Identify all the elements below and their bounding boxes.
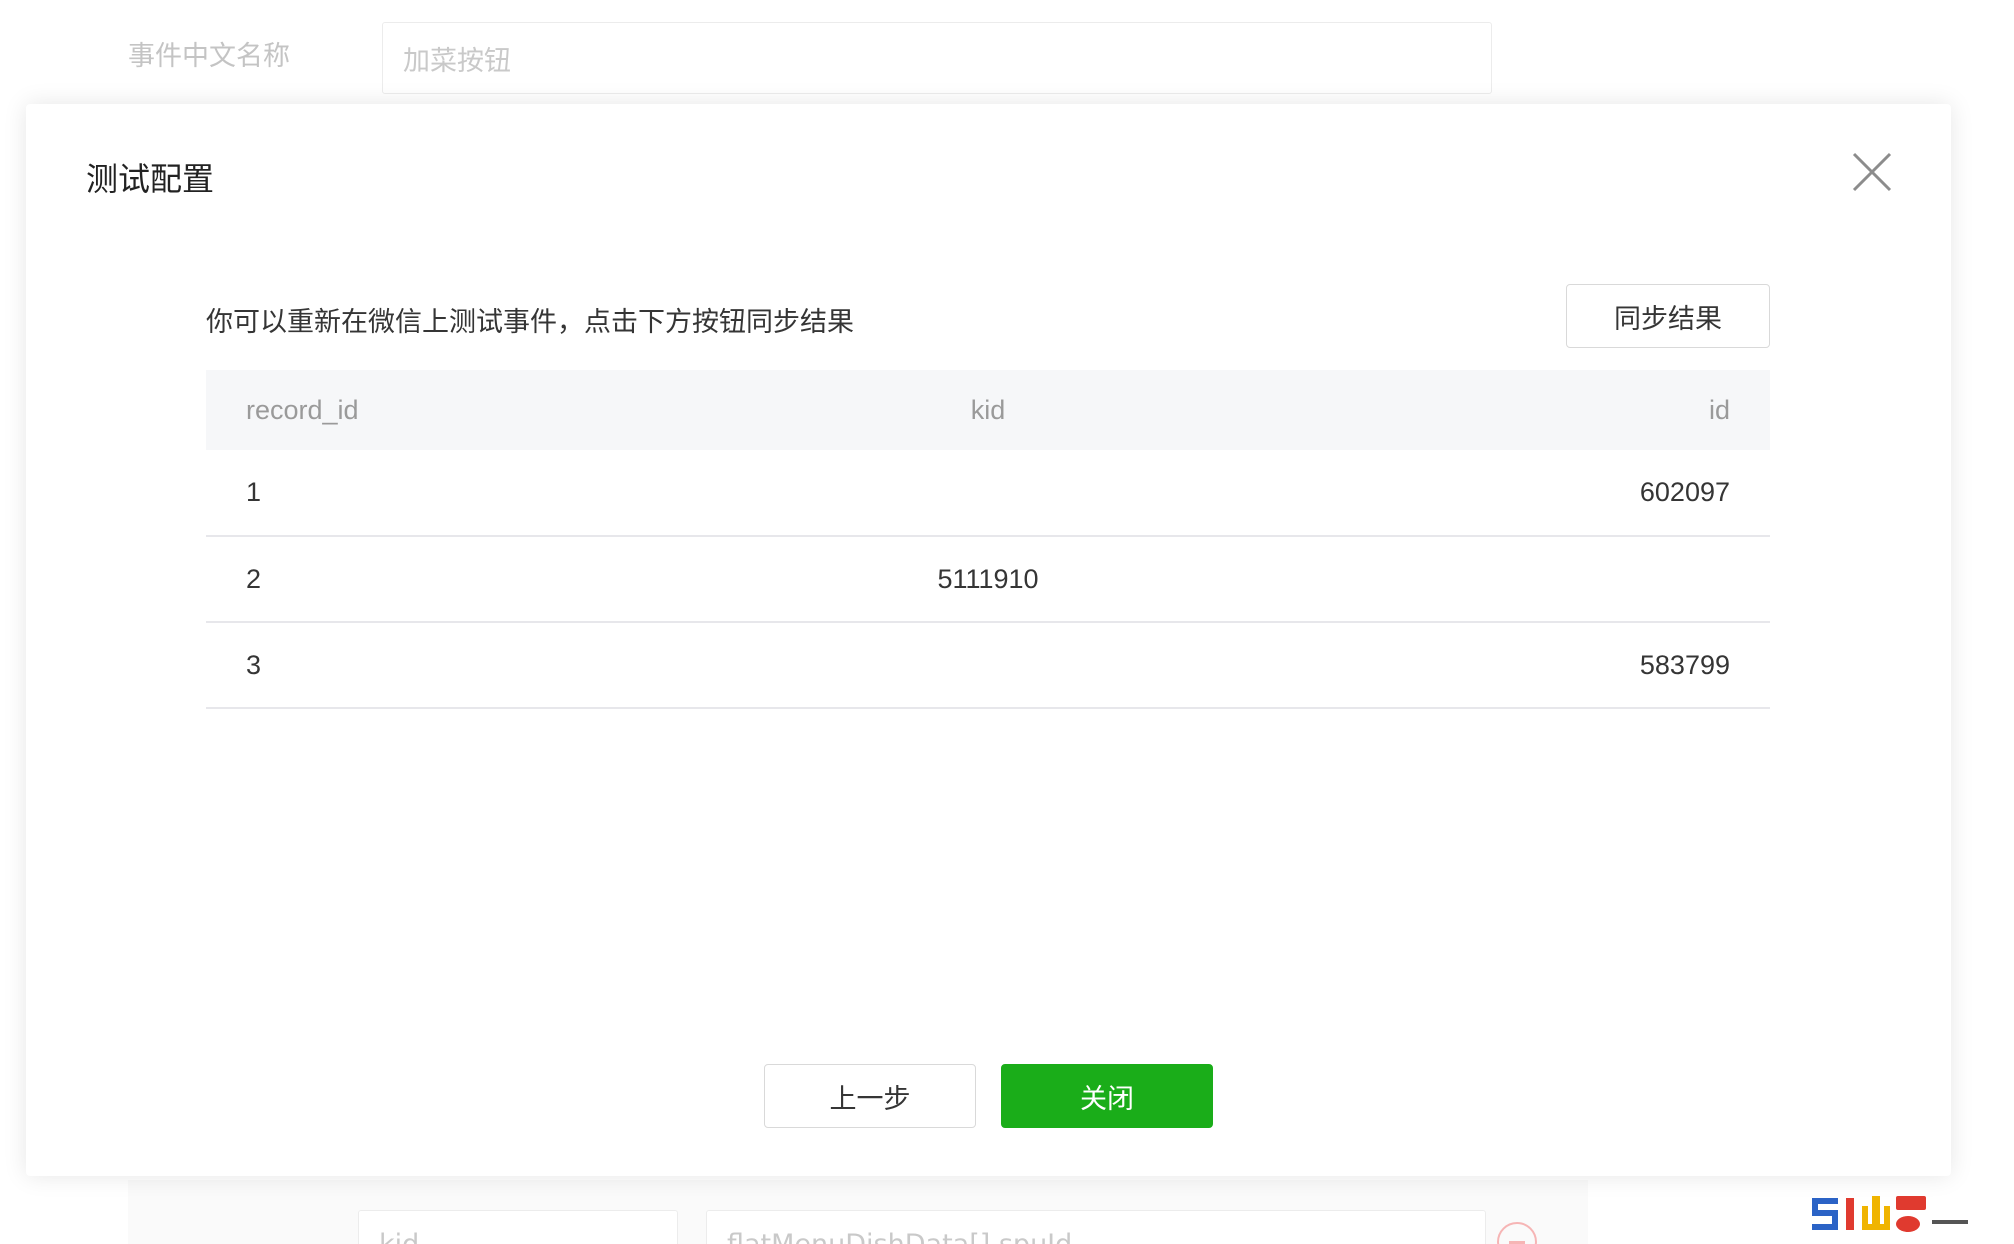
param-key-value: kid: [379, 1229, 419, 1244]
table-header-row: record_id kid id: [206, 370, 1770, 450]
site-watermark-logo: [1812, 1192, 2012, 1236]
cell-kid: 5111910: [937, 563, 1039, 594]
cell-record-id: 3: [246, 649, 262, 680]
dialog-title: 测试配置: [86, 160, 215, 198]
event-name-value: 加菜按钮: [403, 45, 511, 77]
param-key-input[interactable]: kid: [358, 1210, 678, 1244]
results-table: record_id kid id 1 602097 2 5111910 3 58…: [206, 370, 1770, 709]
header-kid: kid: [970, 394, 1006, 425]
close-button[interactable]: 关闭: [1001, 1064, 1213, 1128]
event-name-input[interactable]: 加菜按钮: [382, 22, 1492, 94]
table-row: 1 602097: [206, 450, 1770, 536]
cell-record-id: 2: [246, 563, 262, 594]
param-path-value: flatMenuDishData[].spuId: [727, 1229, 1072, 1244]
param-path-input[interactable]: flatMenuDishData[].spuId: [706, 1210, 1486, 1244]
cell-id: 583799: [1639, 649, 1730, 680]
table-row: 3 583799: [206, 622, 1770, 708]
cell-id: 602097: [1639, 477, 1730, 507]
close-icon[interactable]: [1848, 148, 1896, 196]
sync-results-button[interactable]: 同步结果: [1566, 284, 1770, 348]
cell-id: [1144, 536, 1770, 622]
test-config-dialog: 测试配置 你可以重新在微信上测试事件，点击下方按钮同步结果 同步结果 recor…: [26, 104, 1951, 1176]
cell-kid: [832, 450, 1145, 536]
header-record-id: record_id: [246, 394, 359, 425]
cell-kid: [832, 622, 1145, 708]
header-id: id: [1708, 394, 1730, 425]
intro-text: 你可以重新在微信上测试事件，点击下方按钮同步结果: [206, 307, 854, 338]
event-name-label: 事件中文名称: [128, 41, 290, 72]
cell-record-id: 1: [246, 477, 262, 507]
table-row: 2 5111910: [206, 536, 1770, 622]
previous-step-button[interactable]: 上一步: [764, 1064, 976, 1128]
